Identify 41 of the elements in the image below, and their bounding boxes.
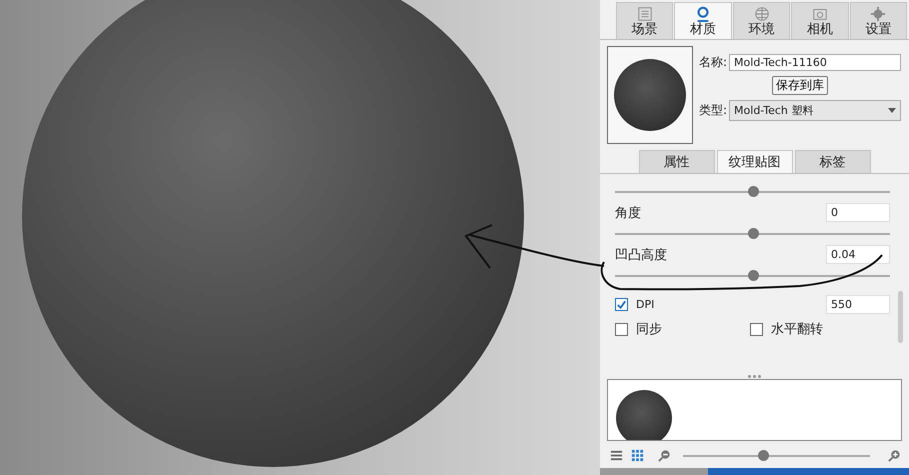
- value-field[interactable]: 550: [826, 295, 890, 314]
- checkbox[interactable]: [750, 322, 763, 336]
- slider-thumb[interactable]: [748, 186, 758, 197]
- type-label: 类型:: [699, 102, 728, 119]
- caret-icon: [888, 108, 896, 113]
- save-button[interactable]: 保存到库: [772, 76, 828, 95]
- checkbox[interactable]: [615, 298, 628, 311]
- zoom-out-icon[interactable]: [658, 449, 671, 462]
- value-field[interactable]: 0.04: [826, 245, 890, 264]
- zoom-thumb[interactable]: [758, 450, 770, 461]
- subtab[interactable]: 属性: [638, 150, 714, 173]
- list-view-icon[interactable]: [610, 449, 623, 462]
- tab[interactable]: 场景: [616, 2, 674, 39]
- material-thumbnail[interactable]: [616, 390, 672, 440]
- type-dropdown[interactable]: Mold-Tech 塑料: [729, 100, 901, 121]
- scrollbar[interactable]: [898, 291, 903, 343]
- checkbox[interactable]: [615, 322, 628, 336]
- grid-view-icon[interactable]: [631, 449, 644, 462]
- slider-thumb[interactable]: [748, 228, 758, 239]
- checkbox-label: 水平翻转: [771, 321, 823, 338]
- slider-label: 角度: [615, 204, 641, 222]
- globe-icon: [754, 6, 770, 22]
- name-field[interactable]: Mold-Tech-11160: [729, 54, 901, 71]
- gear-icon: [870, 6, 886, 22]
- camera-icon: [812, 6, 828, 22]
- slider-label: 凹凸高度: [615, 246, 667, 264]
- checkbox-label: DPI: [636, 298, 654, 311]
- name-label: 名称:: [699, 54, 728, 71]
- list-icon: [636, 6, 653, 22]
- tab[interactable]: 相机: [791, 2, 849, 39]
- tab[interactable]: 环境: [732, 2, 790, 39]
- person-icon: [695, 6, 712, 22]
- tab[interactable]: 设置: [850, 2, 908, 39]
- subtab[interactable]: 标签: [794, 150, 870, 173]
- tab[interactable]: 材质: [674, 2, 732, 39]
- splitter-handle-icon[interactable]: [748, 374, 761, 379]
- subtab[interactable]: 纹理贴图: [716, 150, 792, 173]
- checkbox-label: 同步: [636, 321, 662, 338]
- slider-thumb[interactable]: [748, 270, 758, 281]
- value-field[interactable]: 0: [826, 203, 890, 222]
- zoom-in-icon[interactable]: [888, 449, 901, 462]
